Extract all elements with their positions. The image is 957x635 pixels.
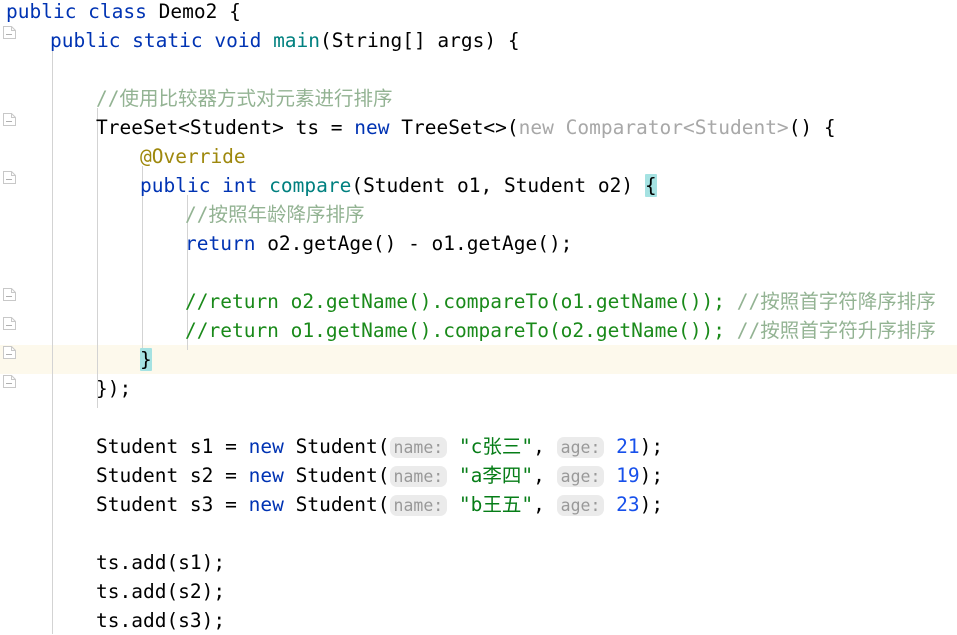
code-token: Student s3 = [96, 493, 249, 516]
code-token: new [248, 493, 296, 516]
code-token: 19 [604, 464, 640, 487]
code-token: //按照首字符升序排序 [736, 319, 936, 342]
code-token: o2.getAge() - o1.getAge(); [267, 232, 573, 255]
code-token: return [185, 232, 268, 255]
parameter-name-hint[interactable]: name: [389, 437, 448, 458]
code-line[interactable]: //return o1.getName().compareTo(o2.getNa… [0, 316, 936, 345]
code-token: ); [639, 493, 664, 516]
code-line[interactable]: public int compare(Student o1, Student o… [0, 171, 657, 200]
code-line[interactable]: //使用比较器方式对元素进行排序 [0, 84, 392, 113]
parameter-name-hint[interactable]: age: [556, 437, 605, 458]
code-line[interactable]: ts.add(s2); [0, 577, 225, 606]
code-token: ts.add(s2); [96, 580, 226, 603]
code-token: , [533, 493, 557, 516]
code-token: "a李四" [447, 464, 534, 487]
matched-brace-highlight: { [644, 174, 657, 197]
code-token: //按照年龄降序排序 [185, 203, 365, 226]
code-token: new [354, 116, 402, 139]
code-token: new Comparator<Student> [518, 116, 789, 139]
code-line[interactable]: //return o2.getName().compareTo(o1.getNa… [0, 287, 936, 316]
code-line[interactable]: //按照年龄降序排序 [0, 200, 364, 229]
code-token: TreeSet<>( [401, 116, 519, 139]
code-token: }); [96, 377, 132, 400]
fold-marker-statement-block[interactable] [3, 375, 16, 388]
code-token: public int [140, 174, 270, 197]
code-line[interactable]: TreeSet<Student> ts = new TreeSet<>(new … [0, 113, 836, 142]
code-token: Student( [295, 435, 390, 458]
matched-brace-highlight: } [140, 348, 152, 371]
code-line[interactable]: Student s1 = new Student(name: "c张三", ag… [0, 432, 663, 461]
code-token: 21 [604, 435, 640, 458]
code-token: //按照首字符降序排序 [736, 290, 936, 313]
code-token: ts.add(s1); [96, 551, 226, 574]
code-line[interactable]: ts.add(s3); [0, 606, 225, 635]
code-token: Student( [295, 493, 390, 516]
code-token: , [533, 435, 557, 458]
code-token: public class [6, 0, 159, 23]
code-line[interactable]: public static void main(String[] args) { [0, 26, 520, 55]
code-token: public static void [50, 29, 274, 52]
code-token: (String[] args) { [320, 29, 520, 52]
code-token: new [248, 435, 296, 458]
code-line[interactable]: return o2.getAge() - o1.getAge(); [0, 229, 572, 258]
code-token: "b王五" [447, 493, 534, 516]
code-line[interactable] [0, 258, 185, 287]
code-token: ); [639, 435, 664, 458]
code-token: (Student o1, Student o2) [351, 174, 645, 197]
parameter-name-hint[interactable]: age: [556, 495, 605, 516]
code-token: main [273, 29, 321, 52]
code-token: Student( [295, 464, 390, 487]
parameter-name-hint[interactable]: age: [556, 466, 605, 487]
fold-marker-comment-block-b[interactable] [3, 317, 16, 330]
code-token: 23 [604, 493, 640, 516]
parameter-name-hint[interactable]: name: [389, 495, 448, 516]
code-line[interactable]: @Override [0, 142, 246, 171]
fold-marker-compare-method[interactable] [3, 171, 16, 184]
code-line[interactable]: } [0, 345, 152, 374]
parameter-name-hint[interactable]: name: [389, 466, 448, 487]
fold-marker-closing-brace[interactable] [3, 346, 16, 359]
editor-gutter[interactable] [0, 0, 22, 634]
code-token: () { [788, 116, 836, 139]
code-line[interactable]: Student s2 = new Student(name: "a李四", ag… [0, 461, 663, 490]
code-text-area[interactable]: public class Demo2 {public static void m… [0, 0, 957, 634]
code-token: Student s1 = [96, 435, 249, 458]
code-token: @Override [140, 145, 246, 168]
code-token: TreeSet<Student> ts = [96, 116, 355, 139]
code-token: "c张三" [447, 435, 534, 458]
code-token: new [248, 464, 296, 487]
code-line[interactable]: public class Demo2 { [0, 0, 241, 26]
fold-marker-main-method[interactable] [3, 26, 16, 39]
fold-marker-treeset-anon-class[interactable] [3, 113, 16, 126]
code-token: //return o1.getName().compareTo(o2.getNa… [185, 319, 737, 342]
code-token: ); [639, 464, 664, 487]
fold-marker-comment-block-a[interactable] [3, 288, 16, 301]
code-token: Student s2 = [96, 464, 249, 487]
code-token: , [533, 464, 557, 487]
code-line[interactable]: Student s3 = new Student(name: "b王五", ag… [0, 490, 663, 519]
code-token: ts.add(s3); [96, 609, 226, 632]
code-line[interactable]: ts.add(s1); [0, 548, 225, 577]
code-token: compare [269, 174, 352, 197]
code-editor[interactable]: public class Demo2 {public static void m… [0, 0, 957, 634]
code-token: //return o2.getName().compareTo(o1.getNa… [185, 290, 737, 313]
code-token: Demo2 { [158, 0, 241, 23]
code-token: //使用比较器方式对元素进行排序 [96, 87, 393, 110]
